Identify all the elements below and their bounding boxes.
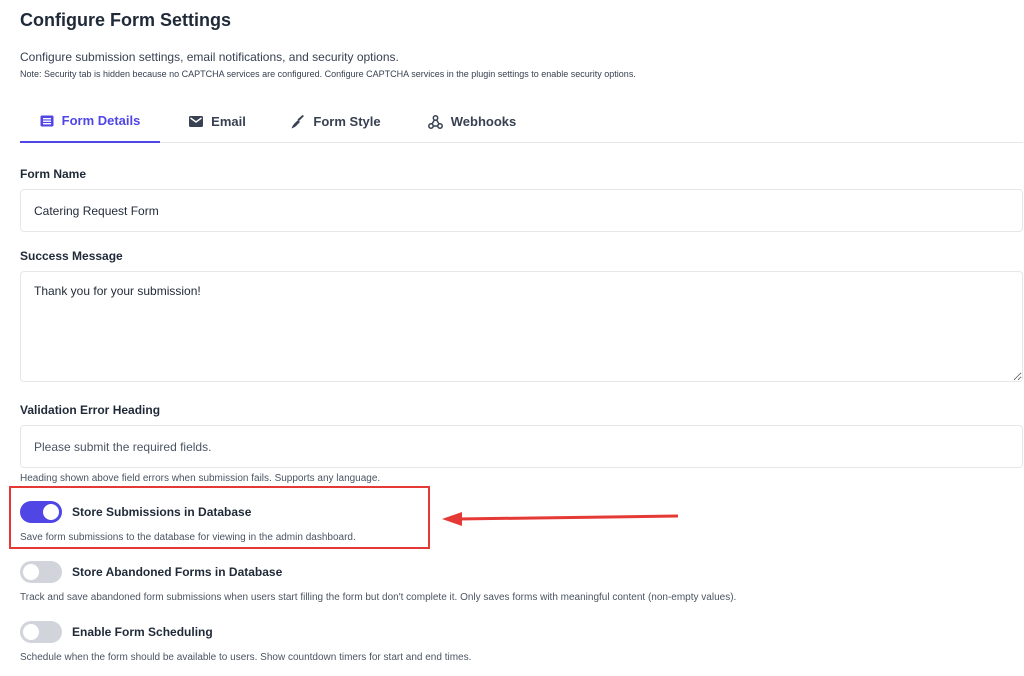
security-note: Note: Security tab is hidden because no …: [20, 69, 636, 79]
success-message-label: Success Message: [20, 249, 123, 263]
tab-label: Form Details: [61, 113, 141, 128]
tab-label: Webhooks: [450, 114, 517, 129]
tab-label: Email: [211, 114, 246, 129]
store-submissions-help: Save form submissions to the database fo…: [20, 532, 356, 543]
page-description: Configure submission settings, email not…: [20, 50, 399, 64]
success-message-textarea[interactable]: Thank you for your submission!: [20, 271, 1023, 382]
store-submissions-toggle[interactable]: [20, 501, 62, 523]
envelope-icon: [189, 116, 204, 127]
webhook-icon: [427, 114, 443, 129]
form-scheduling-label: Enable Form Scheduling: [72, 625, 213, 639]
store-abandoned-forms-toggle[interactable]: [20, 561, 62, 583]
form-scheduling-help: Schedule when the form should be availab…: [20, 652, 472, 663]
validation-error-heading-label: Validation Error Heading: [20, 403, 161, 417]
tab-webhooks[interactable]: Webhooks: [422, 100, 522, 143]
store-submissions-label: Store Submissions in Database: [72, 505, 252, 519]
validation-error-heading-input[interactable]: [20, 425, 1023, 468]
form-name-label: Form Name: [20, 167, 87, 181]
store-abandoned-forms-help: Track and save abandoned form submission…: [20, 592, 737, 603]
tab-label: Form Style: [313, 114, 381, 129]
tab-form-style[interactable]: Form Style: [286, 100, 386, 143]
annotation-arrow-icon: [442, 512, 679, 526]
page-title: Configure Form Settings: [20, 10, 231, 30]
settings-tabs: Form Details Email Form Style Webhooks: [20, 100, 1023, 143]
form-scheduling-toggle[interactable]: [20, 621, 62, 643]
form-name-input[interactable]: [20, 189, 1023, 232]
form-list-icon: [40, 115, 54, 126]
tab-email[interactable]: Email: [180, 100, 255, 143]
tab-form-details[interactable]: Form Details: [20, 100, 160, 143]
store-abandoned-forms-label: Store Abandoned Forms in Database: [72, 565, 283, 579]
brush-icon: [291, 114, 305, 128]
validation-error-heading-help: Heading shown above field errors when su…: [20, 473, 381, 484]
